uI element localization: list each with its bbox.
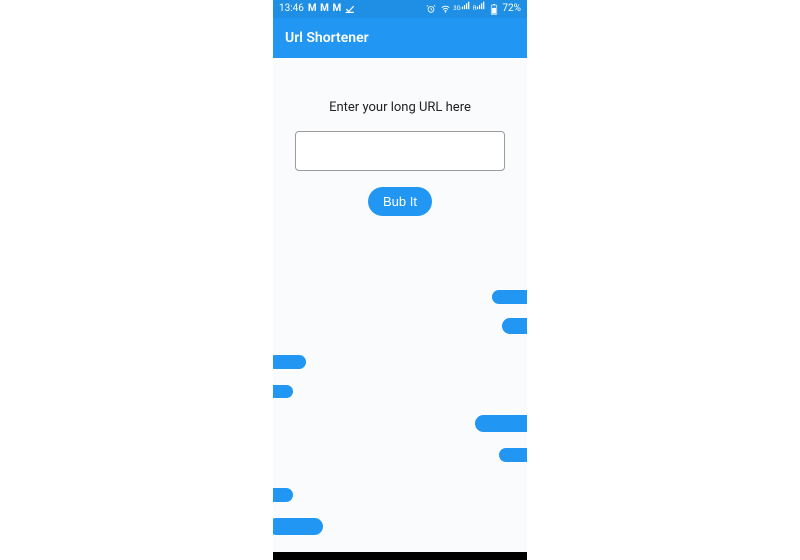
status-left: 13:46 M M M <box>279 0 355 18</box>
bubble-decor <box>475 415 527 432</box>
bubble-decor <box>273 355 306 369</box>
url-input[interactable] <box>295 131 505 171</box>
bubble-decor <box>492 290 527 304</box>
app-bar: Url Shortener <box>273 18 527 58</box>
mail-icon: M <box>308 0 316 18</box>
phone-frame: 13:46 M M M 3G R 72% <box>273 0 527 560</box>
wifi-icon <box>440 4 451 14</box>
bubble-decor <box>499 448 527 462</box>
status-right: 3G R 72% <box>426 0 521 18</box>
app-title: Url Shortener <box>285 30 369 46</box>
status-bar: 13:46 M M M 3G R 72% <box>273 0 527 18</box>
prompt-label: Enter your long URL here <box>273 100 527 115</box>
bubble-decor <box>273 518 323 535</box>
mail-icon: M <box>332 0 340 18</box>
bubble-decor <box>273 488 293 502</box>
battery-icon <box>490 4 498 15</box>
alarm-icon <box>426 4 436 14</box>
status-time: 13:46 <box>279 0 304 18</box>
check-icon <box>345 4 355 14</box>
bubble-decor <box>502 318 527 334</box>
content-area: Enter your long URL here Bub It <box>273 100 527 560</box>
signal-bars-icon <box>461 0 471 10</box>
battery-percent: 72% <box>502 0 521 18</box>
system-nav-bar <box>273 552 527 560</box>
shorten-button[interactable]: Bub It <box>368 187 432 216</box>
mail-icon: M <box>320 0 328 18</box>
signal-bars-icon <box>476 0 486 10</box>
bubble-decor <box>273 385 293 398</box>
signal-secondary: R <box>475 0 487 18</box>
network-label: 3G <box>455 0 470 18</box>
